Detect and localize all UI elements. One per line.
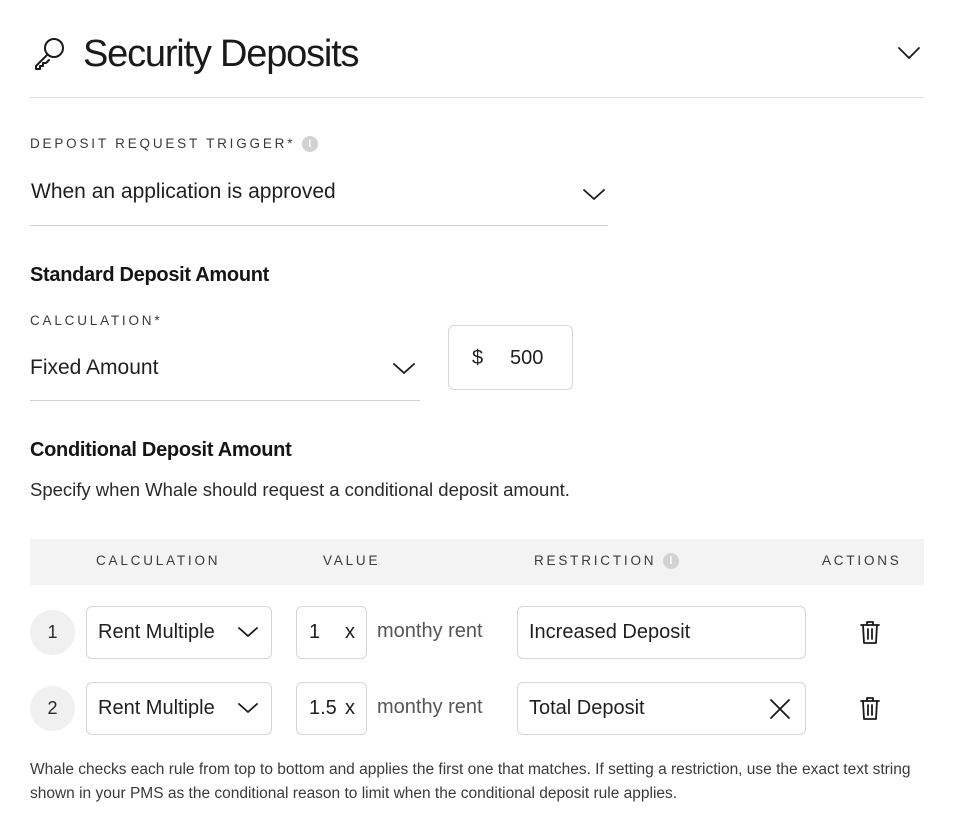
- row-number: 2: [30, 686, 75, 731]
- row-restriction-value: Increased Deposit: [529, 621, 691, 643]
- table-row: 1 Rent Multiple 1 x monthy rent Increase…: [30, 606, 924, 660]
- row-value-input[interactable]: 1 x: [296, 606, 367, 659]
- row-value-suffix: monthy rent: [377, 696, 483, 718]
- currency-symbol: $: [472, 347, 484, 369]
- conditional-deposit-description: Specify when Whale should request a cond…: [30, 479, 570, 500]
- chevron-down-icon: [582, 186, 606, 202]
- row-value-input[interactable]: 1.5 x: [296, 682, 367, 735]
- close-icon[interactable]: [769, 698, 791, 720]
- trash-icon[interactable]: [858, 619, 882, 645]
- column-header-calculation: CALCULATION: [96, 553, 221, 568]
- trash-icon[interactable]: [858, 695, 882, 721]
- deposit-trigger-select[interactable]: When an application is approved: [30, 172, 608, 226]
- column-header-actions: ACTIONS: [822, 553, 902, 568]
- chevron-down-icon: [237, 701, 259, 715]
- deposit-trigger-value: When an application is approved: [31, 180, 336, 203]
- row-multiplier: x: [345, 621, 355, 643]
- standard-deposit-heading: Standard Deposit Amount: [30, 264, 270, 286]
- column-header-restriction: RESTRICTION i: [534, 553, 679, 570]
- row-restriction-input[interactable]: Increased Deposit: [517, 606, 806, 659]
- row-calculation-value: Rent Multiple: [98, 697, 215, 719]
- row-restriction-value: Total Deposit: [529, 697, 645, 719]
- row-calculation-select[interactable]: Rent Multiple: [86, 682, 272, 735]
- row-restriction-input[interactable]: Total Deposit: [517, 682, 806, 735]
- table-row: 2 Rent Multiple 1.5 x monthy rent Total …: [30, 682, 924, 736]
- row-calculation-value: Rent Multiple: [98, 621, 215, 643]
- row-calculation-select[interactable]: Rent Multiple: [86, 606, 272, 659]
- table-header: CALCULATION VALUE RESTRICTION i ACTIONS: [30, 539, 924, 585]
- row-multiplier: x: [345, 697, 355, 719]
- deposit-amount-input[interactable]: $ 500: [448, 325, 573, 390]
- chevron-down-icon: [237, 625, 259, 639]
- column-header-restriction-text: RESTRICTION: [534, 553, 657, 568]
- conditional-deposit-heading: Conditional Deposit Amount: [30, 439, 292, 461]
- column-header-value: VALUE: [323, 553, 381, 568]
- calculation-select[interactable]: Fixed Amount: [30, 348, 420, 401]
- trigger-label: DEPOSIT REQUEST TRIGGER* i: [30, 136, 318, 153]
- info-icon[interactable]: i: [301, 136, 318, 153]
- key-icon: [32, 35, 68, 71]
- deposit-amount-value: 500: [510, 347, 544, 369]
- trigger-label-text: DEPOSIT REQUEST TRIGGER*: [30, 136, 296, 151]
- row-value: 1.5: [309, 697, 337, 719]
- calculation-label: CALCULATION*: [30, 313, 163, 328]
- page-title: Security Deposits: [83, 33, 359, 75]
- calculation-value: Fixed Amount: [30, 356, 159, 379]
- row-value-suffix: monthy rent: [377, 620, 483, 642]
- chevron-down-icon: [392, 360, 416, 376]
- row-number: 1: [30, 610, 75, 655]
- chevron-down-icon[interactable]: [896, 42, 922, 64]
- row-value: 1: [309, 621, 321, 643]
- info-icon[interactable]: i: [662, 553, 679, 570]
- header-divider: [30, 97, 924, 98]
- footer-note: Whale checks each rule from top to botto…: [30, 761, 911, 802]
